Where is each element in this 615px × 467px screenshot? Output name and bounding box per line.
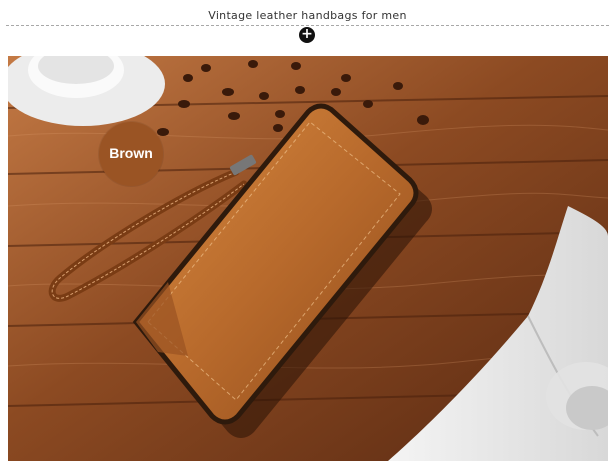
color-label: Brown (109, 145, 153, 161)
section-header: Vintage leather handbags for men + (0, 0, 615, 56)
color-badge: Brown (99, 122, 163, 186)
plus-circle-icon[interactable]: + (299, 27, 315, 43)
product-detail-section: Vintage leather handbags for men + Brown (0, 0, 615, 467)
product-photo (8, 56, 608, 461)
wallet-illustration (8, 56, 608, 461)
section-title: Vintage leather handbags for men (208, 9, 407, 22)
